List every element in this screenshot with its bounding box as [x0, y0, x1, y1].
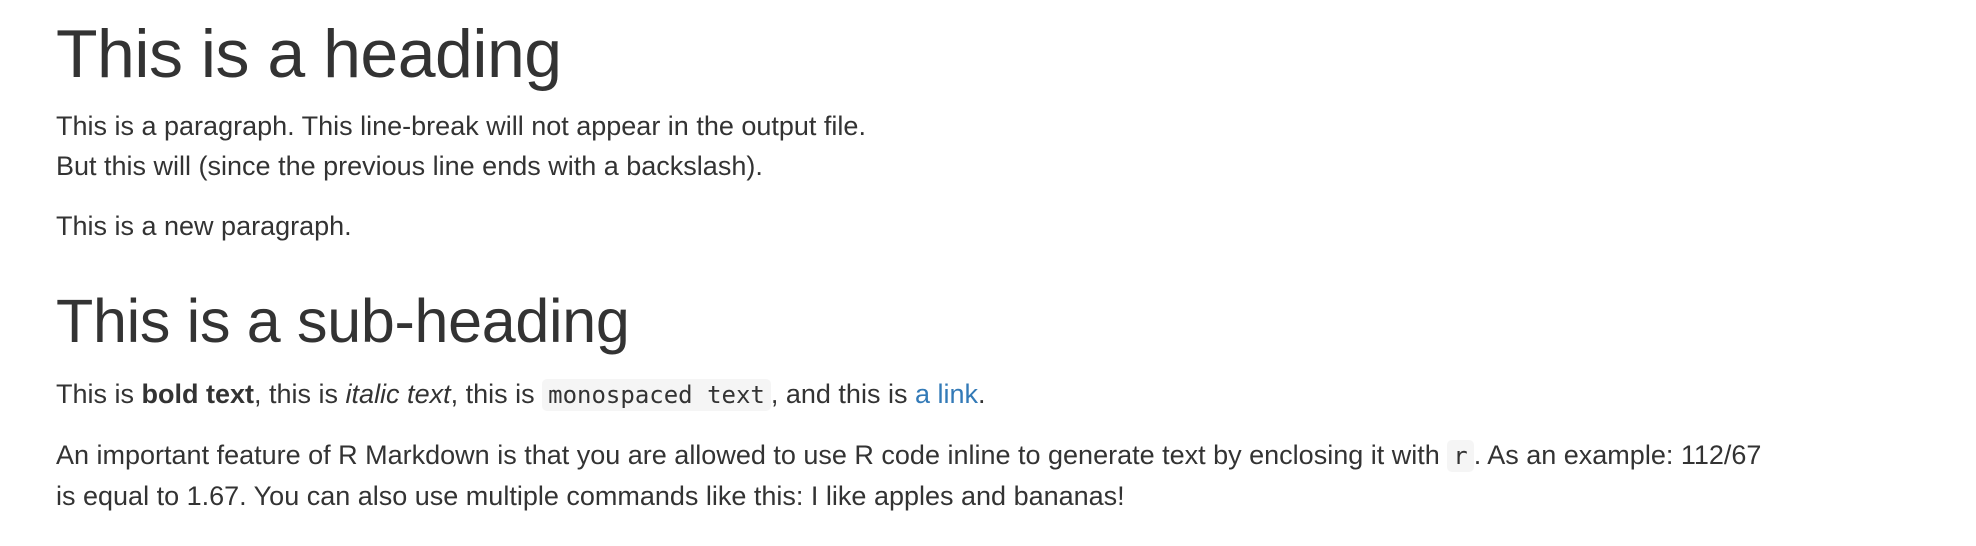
paragraph-line-2: But this will (since the previous line e… — [56, 150, 763, 181]
inline-code-r: r — [1447, 439, 1474, 472]
text-segment: . As an example: 112/67 — [1473, 439, 1762, 470]
text-segment: This is — [56, 378, 142, 409]
text-segment: . — [977, 378, 986, 409]
paragraph-linebreak: This is a paragraph. This line-break wil… — [56, 106, 1876, 186]
text-segment: is equal to 1.67. You can also use multi… — [56, 480, 1125, 511]
text-segment: , and this is — [770, 378, 915, 409]
sub-heading: This is a sub-heading — [56, 286, 630, 355]
monospaced-text: monospaced text — [542, 378, 771, 411]
bold-text: bold text — [141, 378, 255, 409]
page-heading: This is a heading — [56, 16, 562, 92]
italic-text: italic text — [345, 378, 451, 409]
text-segment: , this is — [254, 378, 346, 409]
example-link[interactable]: a link — [915, 379, 978, 409]
paragraph-formatting: This is bold text, this is italic text, … — [56, 374, 1876, 415]
paragraph-line-1: This is a paragraph. This line-break wil… — [56, 110, 866, 141]
paragraph-new: This is a new paragraph. — [56, 210, 352, 241]
text-segment: An important feature of R Markdown is th… — [56, 439, 1448, 470]
paragraph-inline-r: An important feature of R Markdown is th… — [56, 435, 1876, 516]
text-segment: , this is — [450, 378, 543, 409]
document: This is a heading This is a paragraph. T… — [0, 0, 1976, 516]
